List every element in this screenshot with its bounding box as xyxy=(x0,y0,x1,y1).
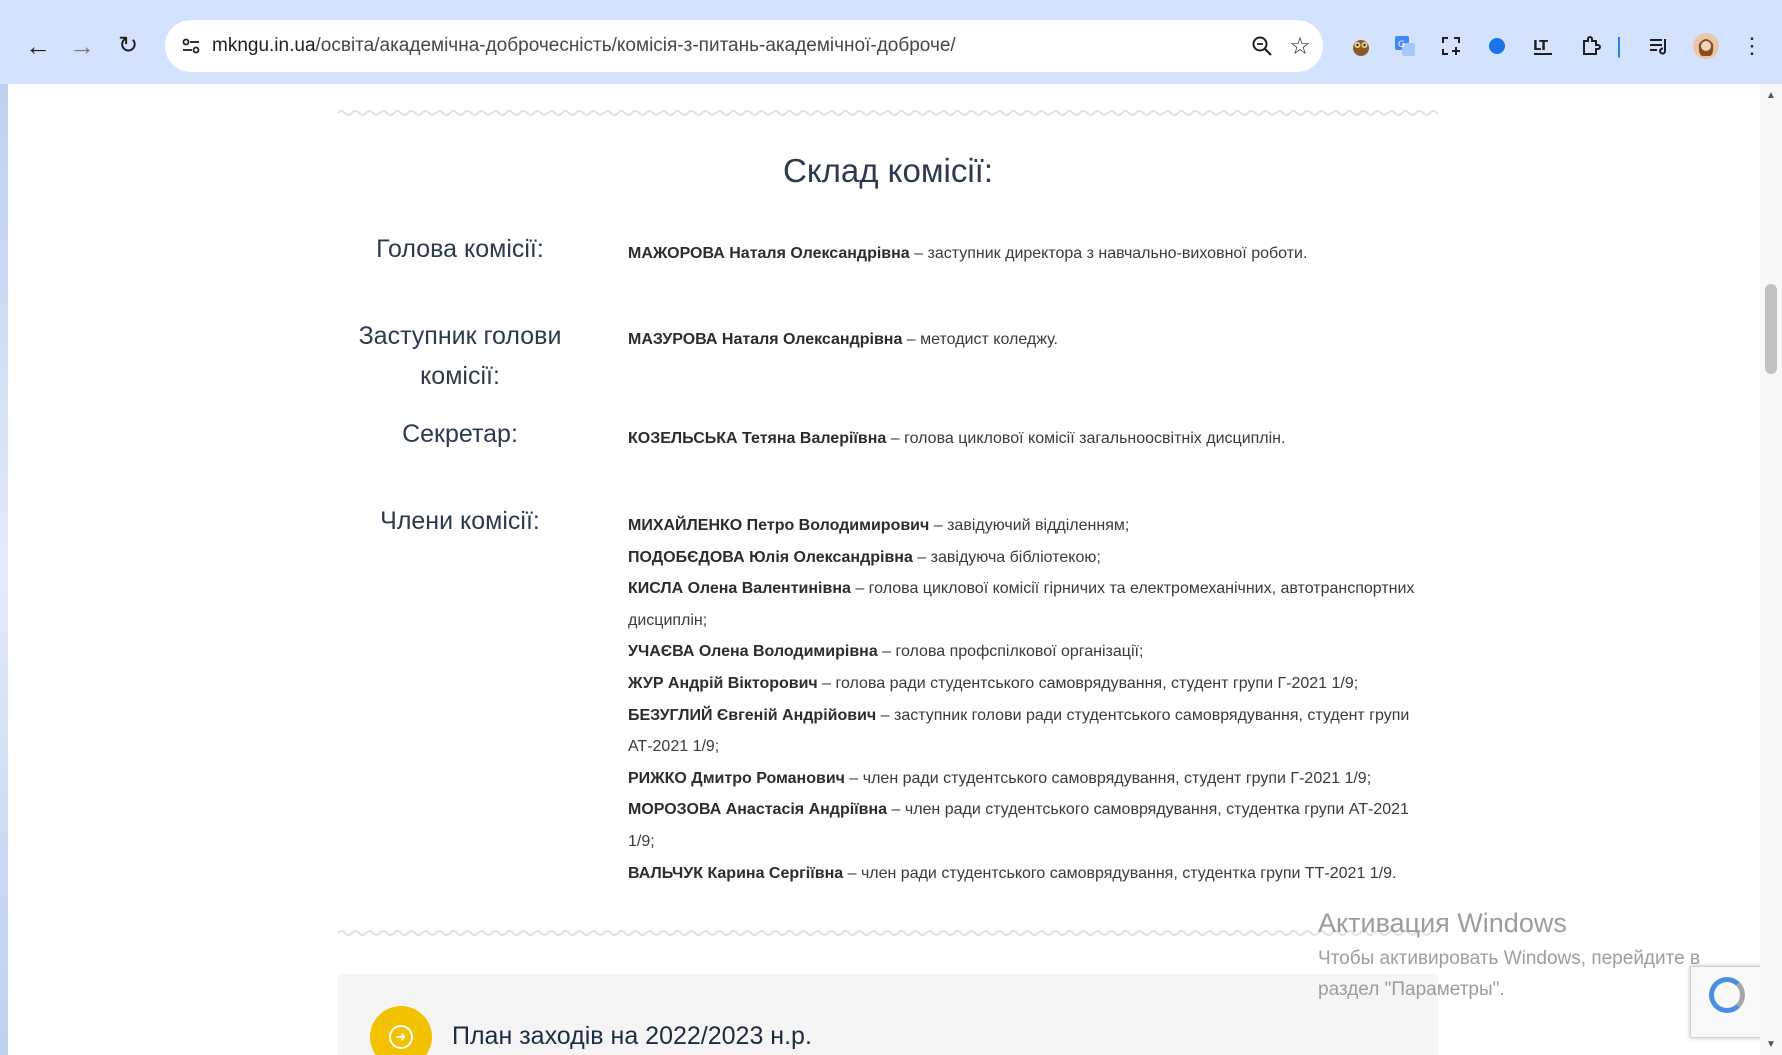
person-name: МОРОЗОВА Анастасія Андріївна xyxy=(628,801,888,819)
url-text[interactable]: mkngu.in.ua/освіта/академічна-доброчесні… xyxy=(212,35,956,57)
watermark-line-1: Чтобы активировать Windows, перейдите в xyxy=(1318,948,1701,969)
person-description: – завідуюча бібліотекою; xyxy=(912,548,1101,566)
person-description: – методист коледжу. xyxy=(902,331,1058,348)
windows-activation-watermark: Активация Windows Чтобы активировать Win… xyxy=(1318,908,1700,1005)
person-name: РИЖКО Дмитро Романович xyxy=(628,769,845,787)
blue-dot-extension-icon[interactable] xyxy=(1481,30,1513,62)
person-name: БЕЗУГЛИЙ Євгеній Андрійович xyxy=(628,706,877,724)
address-bar[interactable]: mkngu.in.ua/освіта/академічна-доброчесні… xyxy=(165,20,1323,72)
window-left-edge xyxy=(0,84,8,1055)
person-description: – голова профспілкової організації; xyxy=(877,643,1144,661)
person-description: – завідуючий відділенням; xyxy=(929,517,1130,534)
profile-avatar-icon[interactable] xyxy=(1690,30,1722,62)
person-name: ВАЛЬЧУК Карина Сергіївна xyxy=(628,864,844,882)
list-item: ЖУР Андрій Вікторович – голова ради студ… xyxy=(628,668,1428,700)
list-item: БЕЗУГЛИЙ Євгеній Андрійович – заступник … xyxy=(628,700,1428,763)
recaptcha-badge[interactable] xyxy=(1690,966,1760,1038)
arrow-right-icon: ➜ xyxy=(389,1025,413,1049)
plan-card[interactable]: ➜ План заходів на 2022/2023 н.р. xyxy=(338,974,1438,1055)
members-list: МИХАЙЛЕНКО Петро Володимирович – завідую… xyxy=(628,510,1428,889)
person-name: КИСЛА Олена Валентинівна xyxy=(628,580,851,598)
role-label-deputy: Заступник голови комісії: xyxy=(358,322,562,390)
person-name: ПОДОБЄДОВА Юлія Олександрівна xyxy=(628,548,913,566)
back-icon[interactable]: ← xyxy=(18,26,58,66)
languagetool-extension-icon[interactable]: LT xyxy=(1527,30,1559,62)
svg-text:G: G xyxy=(1398,40,1405,50)
wavy-divider-top xyxy=(338,110,1438,116)
browser-menu-icon[interactable]: ⋮ xyxy=(1736,30,1768,62)
scroll-up-icon[interactable]: ▲ xyxy=(1764,88,1778,102)
site-info-icon[interactable] xyxy=(177,32,205,60)
zoom-icon[interactable] xyxy=(1248,32,1276,60)
arrow-circle-icon[interactable]: ➜ xyxy=(370,1006,432,1055)
scroll-down-icon[interactable]: ▼ xyxy=(1764,1037,1778,1051)
list-item: УЧАЄВА Олена Володимирівна – голова проф… xyxy=(628,636,1428,668)
list-item: РИЖКО Дмитро Романович – член ради студе… xyxy=(628,763,1428,795)
bookmark-star-icon[interactable]: ☆ xyxy=(1286,32,1314,60)
wavy-divider-bottom xyxy=(338,930,1438,936)
plan-card-title[interactable]: План заходів на 2022/2023 н.р. xyxy=(452,1022,812,1051)
role-label-members: Члени комісії: xyxy=(380,507,540,535)
reload-icon[interactable]: ↻ xyxy=(108,26,148,66)
list-item: МОРОЗОВА Анастасія Андріївна – член ради… xyxy=(628,794,1428,857)
person-description: – голова циклової комісії загальноосвітн… xyxy=(886,430,1286,447)
person-description: – голова ради студентського самоврядуван… xyxy=(817,674,1359,692)
owl-extension-icon[interactable] xyxy=(1345,30,1377,62)
page-content: Склад комісії: Голова комісії: МАЖОРОВА … xyxy=(8,84,1760,1055)
extensions-puzzle-icon[interactable] xyxy=(1575,30,1607,62)
recaptcha-icon xyxy=(1709,977,1745,1013)
browser-toolbar: ← → ↻ mkngu.in.ua/освіта/академічна-добр… xyxy=(0,0,1782,84)
person-name: ЖУР Андрій Вікторович xyxy=(628,674,818,692)
svg-text:LT: LT xyxy=(1533,39,1548,54)
person-name: УЧАЄВА Олена Володимирівна xyxy=(628,643,878,661)
reading-list-icon[interactable] xyxy=(1643,30,1675,62)
url-path: /освіта/академічна-доброчесність/комісія… xyxy=(315,35,956,56)
person-description: – член ради студентського самоврядування… xyxy=(843,864,1397,882)
role-label-secretary: Секретар: xyxy=(402,420,518,448)
person-name: МИХАЙЛЕНКО Петро Володимирович xyxy=(628,517,930,534)
screenshot-extension-icon[interactable] xyxy=(1435,30,1467,62)
forward-icon[interactable]: → xyxy=(62,26,102,66)
url-host: mkngu.in.ua xyxy=(212,35,316,56)
watermark-title: Активация Windows xyxy=(1318,908,1567,938)
role-label-head: Голова комісії: xyxy=(376,235,544,263)
list-item: КИСЛА Олена Валентинівна – голова циклов… xyxy=(628,573,1428,636)
person-description: – заступник директора з навчально-виховн… xyxy=(909,245,1308,262)
person-description: – член ради студентського самоврядування… xyxy=(844,769,1372,787)
page-scrollbar[interactable]: ▲ ▼ xyxy=(1760,84,1782,1055)
list-item: ВАЛЬЧУК Карина Сергіївна – член ради сту… xyxy=(628,858,1428,890)
toolbar-divider: | xyxy=(1616,33,1622,58)
person-name: КОЗЕЛЬСЬКА Тетяна Валеріївна xyxy=(628,430,887,447)
browser-window: ← → ↻ mkngu.in.ua/освіта/академічна-добр… xyxy=(0,0,1782,1055)
person-name: МАЗУРОВА Наталя Олександрівна xyxy=(628,331,903,348)
role-text-secretary: КОЗЕЛЬСЬКА Тетяна Валеріївна – голова ци… xyxy=(628,423,1428,455)
translate-extension-icon[interactable]: G xyxy=(1389,30,1421,62)
scroll-thumb[interactable] xyxy=(1765,284,1777,374)
watermark-line-2: раздел "Параметры". xyxy=(1318,979,1505,1000)
list-item: ПОДОБЄДОВА Юлія Олександрівна – завідуюч… xyxy=(628,542,1428,574)
role-text-deputy: МАЗУРОВА Наталя Олександрівна – методист… xyxy=(628,324,1428,356)
page-title: Склад комісії: xyxy=(782,152,994,189)
role-text-head: МАЖОРОВА Наталя Олександрівна – заступни… xyxy=(628,238,1428,270)
person-name: МАЖОРОВА Наталя Олександрівна xyxy=(628,245,910,262)
list-item: МИХАЙЛЕНКО Петро Володимирович – завідую… xyxy=(628,510,1428,542)
